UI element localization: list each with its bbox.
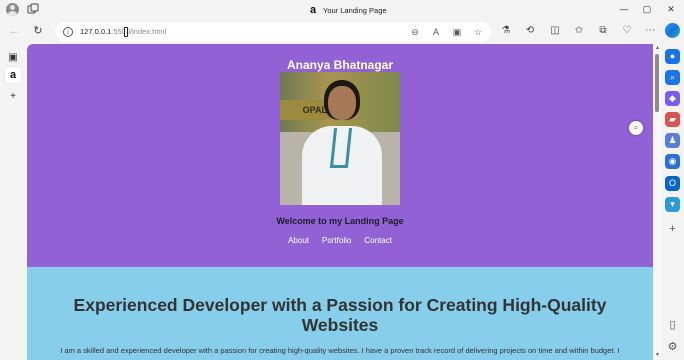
office-icon[interactable]: ◉ (665, 154, 680, 169)
toolbar: ← ↻ i 127.0.0.1:5500/index.html ⊖ A ▣ ☆ … (0, 19, 684, 44)
amazon-favicon-icon: a (309, 4, 317, 16)
profile-photo: OPAL (280, 72, 400, 205)
minimize-button[interactable]: — (617, 2, 631, 16)
active-tab[interactable]: a Your Landing Page (308, 3, 387, 17)
close-button[interactable]: ✕ (664, 2, 678, 16)
hero-section: Ananya Bhatnagar OPAL Welcome to my Land… (27, 44, 653, 267)
section-heading: Experienced Developer with a Passion for… (73, 295, 607, 335)
nav-link-portfolio[interactable]: Portfolio (322, 236, 351, 245)
tab-actions-icon[interactable]: ▣ (5, 50, 21, 66)
extensions-icon[interactable]: ⟲ (523, 24, 537, 38)
split-screen-icon[interactable]: ◫ (548, 24, 562, 38)
new-tab-icon[interactable]: + (5, 89, 21, 105)
refresh-button[interactable]: ↻ (31, 24, 45, 38)
outlook-icon[interactable]: O (665, 176, 680, 191)
tab-amazon-icon[interactable]: a (5, 67, 21, 83)
chess-icon[interactable]: ♟ (665, 133, 680, 148)
edge-sidebar: ● ⌕ ◆ ▰ ♟ ◉ O ▾ + ▯ ⚙ (662, 44, 684, 360)
url-path: :5500/index.html (111, 27, 167, 36)
vertical-tab-strip: ▣ a + (0, 44, 27, 360)
site-info-icon[interactable]: i (63, 27, 73, 37)
welcome-heading: Welcome to my Landing Page (276, 216, 404, 226)
settings-icon[interactable]: ⚙ (665, 340, 680, 355)
scroll-thumb[interactable] (655, 54, 659, 112)
copilot-icon[interactable] (665, 23, 680, 38)
drop-icon[interactable]: ▾ (665, 197, 680, 212)
url-host: 127.0.0.1 (80, 27, 112, 36)
address-bar[interactable]: i 127.0.0.1:5500/index.html ⊖ A ▣ ☆ (55, 22, 491, 42)
zoom-icon[interactable]: ⊖ (409, 26, 421, 38)
mouse-cursor-icon (124, 27, 128, 37)
visual-search-icon[interactable]: ⌕ (629, 121, 643, 135)
nav-link-contact[interactable]: Contact (364, 236, 392, 245)
favorites-icon[interactable]: ✩ (572, 24, 586, 38)
about-section: Experienced Developer with a Passion for… (27, 267, 653, 360)
web-page: Ananya Bhatnagar OPAL Welcome to my Land… (27, 44, 653, 360)
profile-avatar-icon[interactable] (6, 3, 19, 16)
collections-icon[interactable]: ⧉ (596, 24, 610, 38)
nav-link-about[interactable]: About (288, 236, 309, 245)
page-nav: About Portfolio Contact (27, 236, 653, 245)
immersive-reader-icon[interactable]: ▣ (451, 26, 463, 38)
more-menu-icon[interactable]: ⋯ (643, 24, 657, 38)
search-icon[interactable]: ⌕ (665, 70, 680, 85)
browser-essentials-icon[interactable]: ♡ (620, 24, 634, 38)
page-scrollbar[interactable]: ▲ ▼ (653, 44, 662, 360)
maximize-button[interactable]: ▢ (640, 2, 654, 16)
scroll-down-icon[interactable]: ▼ (654, 352, 661, 358)
tab-title: Your Landing Page (323, 5, 387, 15)
title-bar: a Your Landing Page — ▢ ✕ (0, 0, 684, 19)
performance-icon[interactable]: ⚗ (499, 24, 513, 38)
read-aloud-icon[interactable]: A (430, 26, 442, 38)
photo-sign: OPAL (280, 100, 330, 120)
add-icon[interactable]: + (665, 222, 680, 237)
tools-icon[interactable]: ▰ (665, 112, 680, 127)
shopping-icon[interactable]: ◆ (665, 91, 680, 106)
intro-paragraph: I am a skilled and experienced developer… (60, 346, 620, 355)
sidebar-toggle-icon[interactable]: ▯ (665, 318, 680, 333)
back-button[interactable]: ← (7, 24, 21, 38)
favorite-star-icon[interactable]: ☆ (472, 26, 484, 38)
bell-icon[interactable]: ● (665, 49, 680, 64)
page-title: Ananya Bhatnagar (286, 58, 394, 72)
workspaces-icon[interactable] (27, 3, 39, 15)
scroll-up-icon[interactable]: ▲ (654, 45, 661, 51)
